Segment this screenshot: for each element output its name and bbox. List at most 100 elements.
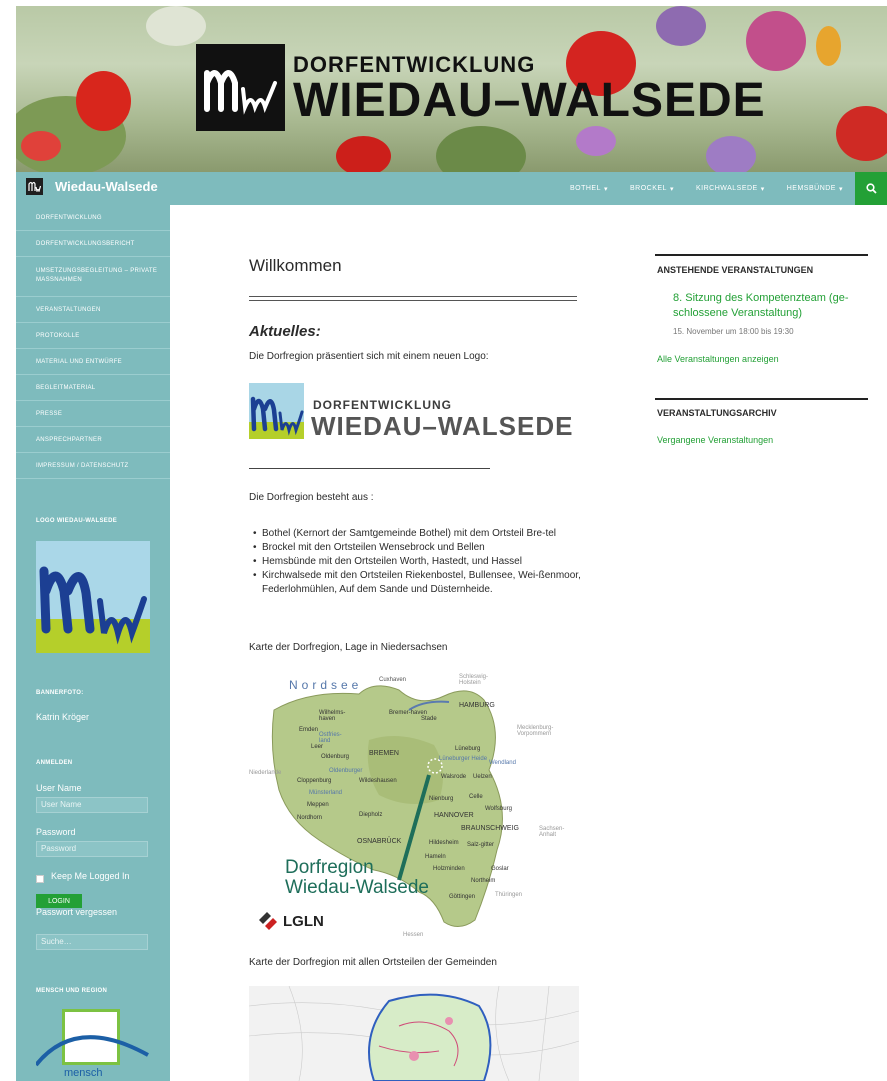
event-link[interactable]: 8. Sitzung des Kompetenzteam (ge-schloss… (673, 291, 863, 321)
map-place-label: Lüneburg (455, 746, 481, 752)
new-logo-image: DORFENTWICKLUNG WIEDAU–WALSEDE (249, 383, 579, 441)
sidebar-item-label: MATERIAL UND ENTWÜRFE (36, 359, 122, 365)
main-menu: BOTHEL ▾ BROCKEL ▾ KIRCHWALSEDE ▾ HEMSBÜNDE… (548, 172, 843, 205)
site-name[interactable]: Wiedau-Walsede (55, 179, 158, 194)
widget-rule (655, 398, 868, 400)
map-place-label: Lüneburger Heide (439, 756, 488, 762)
niedersachsen-map-image[interactable]: Nordsee Cuxhaven Schleswig-Holstein HAMB… (249, 670, 579, 942)
widget-title-bannerfoto: BANNERFOTO: (36, 690, 84, 696)
login-button[interactable]: LOGIN (36, 894, 82, 908)
map-region-label: Wiedau-Walsede (285, 877, 429, 898)
sidebar-item-label: DORFENTWICKLUNGSBERICHT (36, 241, 135, 247)
map-place-label: Stade (421, 716, 437, 722)
keep-logged-in-checkbox[interactable] (36, 875, 44, 883)
list-item: Hemsbünde mit den Ortsteilen Worth, Hast… (253, 555, 583, 569)
map-place-label: Cloppenburg (297, 778, 332, 784)
map-place-label: Wilhelms-haven (319, 710, 346, 722)
caret-down-icon: ▾ (760, 185, 765, 193)
map-place-label: Hildesheim (429, 840, 459, 846)
password-input[interactable]: Password (36, 841, 148, 857)
map-place-label: Wolfsburg (485, 806, 512, 812)
purple-flower (706, 136, 756, 172)
menu-item-hemsbuende[interactable]: HEMSBÜNDE ▾ (787, 185, 843, 193)
menu-item-kirchwalsede[interactable]: KIRCHWALSEDE ▾ (696, 185, 765, 193)
mensch-logo-text: mensch (64, 1067, 103, 1079)
lgln-logo: LGLN (257, 910, 324, 932)
mensch-und-region-logo[interactable]: mensch (36, 1005, 150, 1081)
map-place-label: Thüringen (495, 892, 523, 898)
list-item: Kirchwalsede mit den Ortsteilen Riekenbo… (253, 569, 583, 597)
sidebar: DORFENTWICKLUNG DORFENTWICKLUNGSBERICHT … (16, 205, 170, 1081)
sidebar-navigation: DORFENTWICKLUNG DORFENTWICKLUNGSBERICHT … (16, 205, 170, 479)
username-label: User Name (36, 783, 82, 793)
map-place-label: Münsterland (309, 790, 343, 796)
sidebar-item-veranstaltungen[interactable]: VERANSTALTUNGEN (16, 297, 170, 323)
site-identity[interactable]: Wiedau-Walsede (26, 178, 158, 195)
search-icon (865, 183, 877, 194)
lgln-text: LGLN (283, 912, 324, 930)
logo-mark-icon (249, 383, 304, 439)
caret-down-icon: ▾ (603, 185, 608, 193)
widget-title-mensch: MENSCH UND REGION (36, 988, 108, 994)
map-place-label: BREMEN (369, 750, 399, 757)
map-place-label: HAMBURG (459, 702, 495, 709)
sidebar-item-label: BEGLEITMATERIAL (36, 385, 96, 391)
sidebar-item-begleitmaterial[interactable]: BEGLEITMATERIAL (16, 375, 170, 401)
sidebar-item-material[interactable]: MATERIAL UND ENTWÜRFE (16, 349, 170, 375)
menu-item-label: BOTHEL (569, 185, 601, 192)
besteht-text: Die Dorfregion besteht aus : (249, 492, 374, 503)
map-place-label: Nienburg (429, 796, 454, 802)
poppy-flower (76, 71, 131, 131)
sidebar-item-umsetzungsbegleitung[interactable]: UMSETZUNGSBEGLEITUNG – PRIVATE MASSNAHME… (16, 257, 170, 297)
poppy-flower (336, 136, 391, 172)
aktuelles-heading: Aktuelles: (249, 323, 321, 340)
content-divider (249, 468, 490, 469)
map-place-label: HANNOVER (434, 812, 474, 819)
map-place-label: Göttingen (449, 894, 476, 900)
search-input[interactable]: Suche… (36, 934, 148, 950)
sidebar-item-label: IMPRESSUM / DATENSCHUTZ (36, 463, 129, 469)
sidebar-item-protokolle[interactable]: PROTOKOLLE (16, 323, 170, 349)
map-place-label: Wildeshausen (359, 778, 397, 784)
title-divider (249, 296, 577, 301)
sidebar-item-dorfentwicklungsbericht[interactable]: DORFENTWICKLUNGSBERICHT (16, 231, 170, 257)
banner-big-text: WIEDAU–WALSEDE (293, 73, 766, 127)
sidebar-item-label: PRESSE (36, 411, 63, 417)
event-date: 15. November um 18:00 bis 19:30 (673, 327, 794, 336)
sidebar-item-presse[interactable]: PRESSE (16, 401, 170, 427)
all-events-link[interactable]: Alle Veranstaltungen anzeigen (657, 354, 779, 364)
poppy-flower (21, 131, 61, 161)
list-item: Bothel (Kernort der Samtgemeinde Bothel)… (253, 527, 583, 541)
menu-item-brockel[interactable]: BROCKEL ▾ (630, 185, 674, 193)
map-place-label: Hameln (425, 854, 446, 860)
poppy-flower (836, 106, 887, 161)
caret-down-icon: ▾ (838, 185, 843, 193)
map-place-label: Oldenburger (329, 768, 363, 774)
menu-item-bothel[interactable]: BOTHEL ▾ (570, 185, 608, 193)
map-place-label: OSNABRÜCK (357, 838, 402, 845)
forgot-password-link[interactable]: Passwort vergessen (36, 907, 117, 917)
top-navigation: Wiedau-Walsede BOTHEL ▾ BROCKEL ▾ KIRCHWAL… (16, 172, 887, 205)
sidebar-item-dorfentwicklung[interactable]: DORFENTWICKLUNG (16, 205, 170, 231)
past-events-link[interactable]: Vergangene Veranstaltungen (657, 435, 773, 445)
purple-flower (656, 6, 706, 46)
sidebar-item-impressum[interactable]: IMPRESSUM / DATENSCHUTZ (16, 453, 170, 479)
header-banner[interactable]: DORFENTWICKLUNG WIEDAU–WALSEDE (16, 6, 887, 172)
bannerfoto-credit: Katrin Kröger (36, 712, 90, 722)
widget-title-logo: LOGO WIEDAU-WALSEDE (36, 518, 118, 524)
map-place-label: Niederlande (249, 770, 282, 776)
search-toggle-button[interactable] (855, 172, 887, 205)
list-item-text: Brockel mit den Ortsteilen Wensebrock un… (262, 542, 485, 553)
meadow-shape (146, 6, 206, 46)
page-title: Willkommen (249, 256, 342, 275)
widget-title-archive: VERANSTALTUNGSARCHIV (657, 408, 777, 418)
username-input[interactable]: User Name (36, 797, 148, 813)
map-place-label: Mecklenburg-Vorpommern (517, 725, 554, 737)
banner-logo: DORFENTWICKLUNG WIEDAU–WALSEDE (196, 44, 766, 131)
menu-item-label: HEMSBÜNDE (786, 185, 836, 192)
map-place-label: BRAUNSCHWEIG (461, 825, 519, 832)
ortsteile-map-image[interactable] (249, 986, 579, 1081)
wiedau-walsede-logo-image[interactable] (36, 541, 150, 653)
sidebar-item-ansprechpartner[interactable]: ANSPRECHPARTNER (16, 427, 170, 453)
map-place-label: Salz-gitter (467, 842, 495, 848)
